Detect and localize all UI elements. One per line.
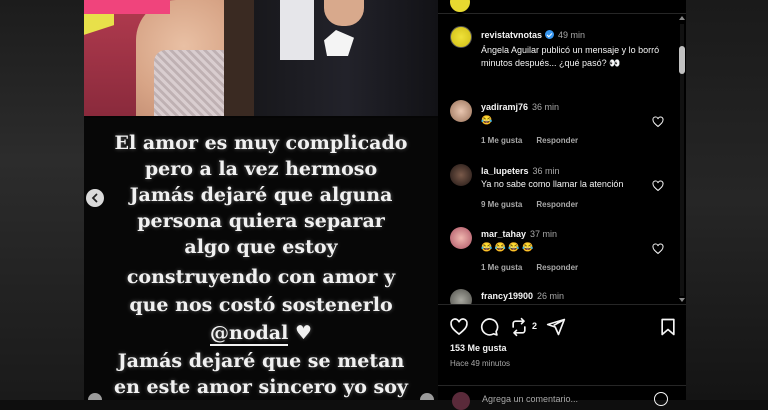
comment-text: Ya no sabe como llamar la atención [481, 179, 624, 189]
comment-time: 36 min [532, 102, 560, 112]
mention-nodal: @nodal [210, 322, 289, 346]
heart-glyph: ♥ [294, 322, 312, 344]
photo-dress [154, 50, 234, 116]
save-button[interactable] [658, 317, 678, 337]
comment-text: 😂 [481, 115, 493, 125]
avatar[interactable] [450, 289, 472, 304]
reply-button[interactable]: Responder [536, 136, 578, 145]
story-line: El amor es muy complicado [114, 132, 408, 154]
header-avatar[interactable] [448, 0, 472, 14]
caption-time: 49 min [558, 30, 586, 40]
story-text-block: El amor es muy complicado pero a la vez … [84, 118, 438, 400]
comment-likes[interactable]: 1 Me gusta [481, 136, 522, 145]
story-line: pero a la vez hermoso [144, 158, 378, 180]
story-line: Jamás dejaré que se metan [117, 350, 405, 372]
reply-button[interactable]: Responder [536, 200, 578, 209]
likes-count[interactable]: 153 Me gusta [450, 343, 507, 353]
comments-panel: revistatvnotas 49 min Ángela Aguilar publ… [438, 0, 686, 410]
chevron-left-icon [91, 193, 98, 203]
send-icon [546, 318, 566, 336]
dot-icon [88, 393, 102, 400]
avatar[interactable] [450, 100, 472, 122]
story-mention-line: @nodal ♥ [84, 320, 438, 346]
comment-username[interactable]: mar_tahay 37 min [481, 229, 557, 239]
comment-username[interactable]: yadiramj76 36 min [481, 102, 559, 112]
comment-time: 26 min [537, 291, 565, 301]
verified-badge-icon [545, 30, 555, 39]
comment-button[interactable] [479, 317, 499, 337]
blurred-left-backdrop [0, 0, 84, 400]
heart-icon[interactable] [652, 180, 664, 192]
post-actions: 2 153 Me gusta Hace 49 minutos Agrega un… [438, 304, 686, 410]
heart-icon[interactable] [652, 243, 664, 255]
comment-time: 37 min [530, 229, 558, 239]
comment-text: 😂 😂 😂 😂 [481, 242, 534, 252]
repost-button[interactable] [509, 317, 529, 337]
comment-time: 36 min [532, 166, 560, 176]
comment-likes[interactable]: 9 Me gusta [481, 200, 522, 209]
comment-meta: 1 Me gusta Responder [481, 136, 578, 145]
bookmark-icon [661, 318, 675, 336]
avatar[interactable] [450, 227, 472, 249]
username-text[interactable]: mar_tahay [481, 229, 526, 239]
comment-meta: 9 Me gusta Responder [481, 200, 578, 209]
username-text[interactable]: la_lupeters [481, 166, 529, 176]
comments-scrollbar[interactable] [678, 16, 686, 304]
story-line: en este amor sincero yo soy [114, 376, 408, 398]
username-text[interactable]: yadiramj76 [481, 102, 528, 112]
blurred-right-backdrop [686, 0, 768, 400]
comment-username[interactable]: la_lupeters 36 min [481, 166, 560, 176]
story-line: Jamás dejaré que alguna [129, 184, 393, 206]
scrollbar-thumb[interactable] [679, 46, 685, 74]
repost-icon [512, 317, 526, 337]
post-header [438, 0, 686, 14]
pink-sticker [84, 0, 170, 14]
comment-meta: 1 Me gusta Responder [481, 263, 578, 272]
scroll-down-arrow-icon[interactable] [679, 298, 685, 302]
dot-icon [420, 393, 434, 400]
post-photo [84, 0, 438, 116]
scroll-up-arrow-icon[interactable] [679, 16, 685, 20]
comment-username[interactable]: francy19900 26 min [481, 291, 564, 301]
heart-icon[interactable] [652, 116, 664, 128]
story-line: que nos costó sostenerlo [129, 294, 393, 316]
like-button[interactable] [449, 317, 469, 337]
add-comment-bar: Agrega un comentario... [438, 385, 686, 410]
story-line: persona quiera separar [137, 210, 385, 232]
story-line: algo que estoy [184, 236, 338, 258]
share-button[interactable] [546, 317, 566, 337]
previous-slide-button[interactable] [86, 189, 104, 207]
avatar[interactable] [450, 26, 472, 48]
post-media[interactable]: El amor es muy complicado pero a la vez … [84, 0, 438, 400]
photo-shirt [280, 0, 314, 60]
repost-count: 2 [532, 321, 538, 331]
reply-button[interactable]: Responder [536, 263, 578, 272]
username-text[interactable]: revistatvnotas [481, 30, 542, 40]
emoji-icon[interactable] [654, 392, 668, 406]
post-timestamp: Hace 49 minutos [450, 359, 511, 368]
caption-username[interactable]: revistatvnotas 49 min [481, 30, 585, 40]
username-text[interactable]: francy19900 [481, 291, 533, 301]
story-line: construyendo con amor y [126, 266, 396, 288]
comment-bubble-icon [480, 318, 499, 336]
heart-icon [450, 318, 468, 336]
comment-input[interactable]: Agrega un comentario... [482, 394, 578, 404]
comments-list[interactable]: revistatvnotas 49 min Ángela Aguilar publ… [438, 16, 678, 304]
avatar[interactable] [450, 164, 472, 186]
comment-likes[interactable]: 1 Me gusta [481, 263, 522, 272]
caption-text: Ángela Aguilar publicó un mensaje y lo b… [481, 45, 660, 68]
my-avatar [452, 392, 470, 410]
